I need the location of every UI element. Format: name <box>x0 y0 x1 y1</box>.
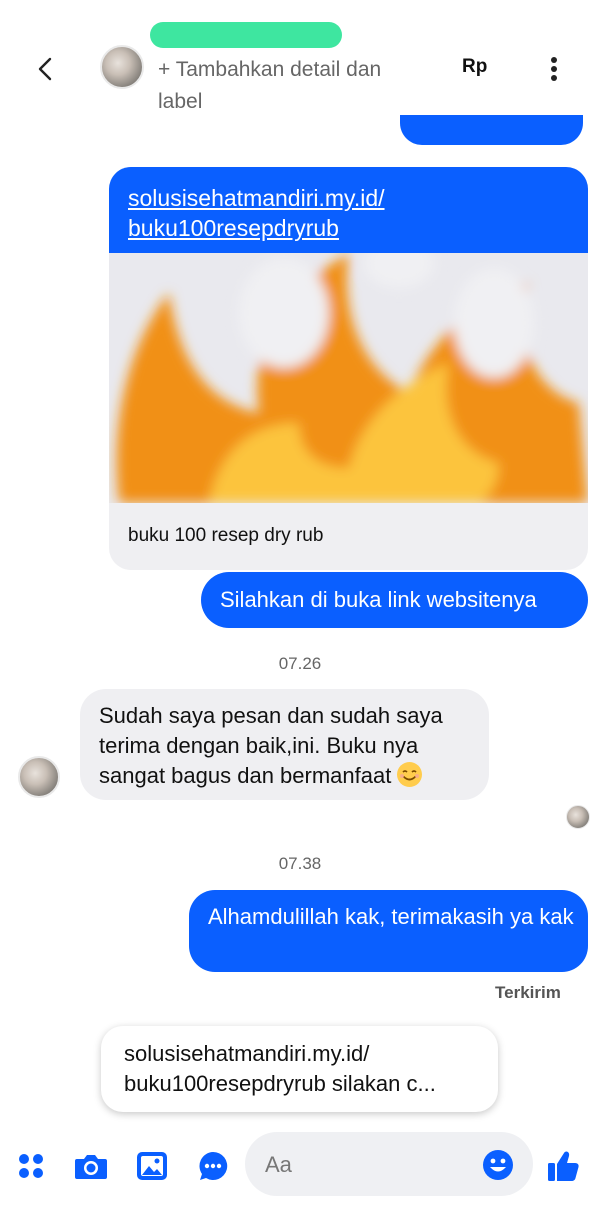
message-text: Sudah saya pesan dan sudah saya terima d… <box>99 703 443 788</box>
timestamp: 07.26 <box>278 654 322 673</box>
like-button[interactable] <box>543 1146 583 1186</box>
add-details-label-link[interactable]: + Tambahkan detail dan label <box>158 54 428 118</box>
camera-icon <box>75 1155 107 1179</box>
more-options-button[interactable] <box>540 52 568 86</box>
emoji-icon <box>483 1150 513 1180</box>
contact-avatar[interactable] <box>100 45 144 89</box>
back-arrow-icon <box>38 57 52 81</box>
message-text: Silahkan di buka link websitenya <box>220 587 537 612</box>
link-header: solusisehatmandiri.my.id/ buku100resepdr… <box>109 167 588 253</box>
contact-name-redaction <box>150 22 342 48</box>
message-input[interactable] <box>263 1132 487 1198</box>
sent-message-bubble[interactable]: Silahkan di buka link websitenya <box>201 572 588 628</box>
gallery-icon <box>137 1152 167 1180</box>
chat-extension-button[interactable] <box>193 1146 233 1186</box>
seen-indicator-avatar <box>566 805 590 829</box>
link-preview-card[interactable]: solusisehatmandiri.my.id/ buku100resepdr… <box>109 167 588 570</box>
suggested-reply-text: solusisehatmandiri.my.id/ buku100resepdr… <box>124 1041 436 1096</box>
thumbs-up-icon <box>548 1151 579 1181</box>
suggested-reply-chip[interactable]: solusisehatmandiri.my.id/ buku100resepdr… <box>101 1026 498 1112</box>
message-input-container <box>245 1132 533 1198</box>
apps-button[interactable] <box>11 1146 51 1186</box>
message-text: Alhamdulillah kak, terimakasih ya kak <box>208 904 574 929</box>
delivery-status: Terkirim <box>495 983 561 1002</box>
message-composer <box>0 1128 600 1206</box>
back-button[interactable] <box>28 52 62 86</box>
emoji-button[interactable] <box>481 1148 515 1182</box>
more-vertical-icon <box>551 57 557 81</box>
sender-avatar[interactable] <box>18 756 60 798</box>
link-url[interactable]: solusisehatmandiri.my.id/ buku100resepdr… <box>128 183 568 243</box>
apps-grid-icon <box>19 1154 43 1178</box>
sent-message-bubble[interactable]: Alhamdulillah kak, terimakasih ya kak <box>189 890 588 972</box>
received-message-bubble[interactable]: Sudah saya pesan dan sudah saya terima d… <box>80 689 489 800</box>
link-preview-title: buku 100 resep dry rub <box>128 525 324 546</box>
camera-button[interactable] <box>71 1146 111 1186</box>
timestamp: 07.38 <box>278 854 322 873</box>
fire-emoji-preview-image <box>109 253 588 503</box>
previous-sent-bubble <box>400 115 583 145</box>
gallery-button[interactable] <box>132 1146 172 1186</box>
chat-extension-icon <box>199 1151 228 1180</box>
smiling-face-icon <box>397 762 423 787</box>
currency-button[interactable]: Rp <box>462 56 487 78</box>
